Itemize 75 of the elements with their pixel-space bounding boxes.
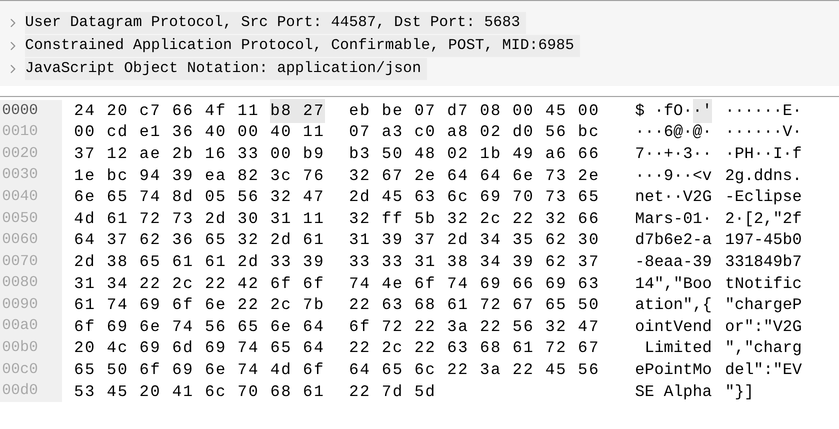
ascii-text: ···9··<v [635,166,712,187]
ascii-text: 7··+·3·· [635,144,712,165]
hex-bytes: 37 12 ae 2b 16 33 00 b9 [74,144,325,165]
offset-label: 00a0 [0,316,62,338]
tree-item[interactable]: Constrained Application Protocol, Confirmable, POST, MID:6985 [25,34,580,56]
hex-bytes: 24 20 c7 66 4f 11 [74,100,260,122]
ascii-text: Mars-01· [635,208,712,230]
hex-bytes: 2d 45 63 6c 69 70 73 65 [349,187,600,208]
hex-bytes: b3 50 48 02 1b 49 a6 66 [349,144,600,165]
ascii-text: -8eaa-39 [635,252,712,273]
offset-label: 0050 [0,208,62,230]
offset-label: 00b0 [0,338,62,360]
ascii-text: tNotific [725,274,802,295]
hex-bytes: 22 63 68 61 72 67 65 50 [349,295,600,316]
hex-bytes: 64 65 6c 22 3a 22 45 56 [349,360,600,381]
offset-label: 0030 [0,164,62,186]
offset-label: 0010 [0,122,62,144]
ascii-text: ePointMo [635,360,712,381]
ascii-text: ·PH··I·f [725,144,802,165]
hex-bytes: b8 27 [270,98,325,123]
hex-bytes: 1e bc 94 39 ea 82 3c 76 [74,166,325,187]
hex-bytes: 2d 38 65 61 61 2d 33 39 [74,252,325,273]
ascii-text: "chargeP [725,295,802,316]
offset-label: 00d0 [0,380,62,402]
ascii-text: 14","Boo [635,274,712,295]
hex-bytes: 31 34 22 2c 22 42 6f 6f [74,274,325,295]
ascii-text: ······V· [725,122,802,144]
ascii-text: ointVend [635,316,712,338]
ascii-text: ······E· [725,100,802,122]
ascii-text: or":"V2G [725,316,802,338]
ascii-text: ·' [692,98,712,123]
hex-bytes: 6e 65 74 8d 05 56 32 47 [74,187,325,208]
hex-bytes: 00 cd e1 36 40 00 40 11 [74,122,325,144]
hex-bytes: 31 39 37 2d 34 35 62 30 [349,230,600,252]
ascii-text: ation",{ [635,295,712,316]
hex-bytes: 4d 61 72 73 2d 30 31 11 [74,208,325,230]
hex-bytes: 33 33 31 38 34 39 62 37 [349,252,600,273]
hex-bytes: 22 2c 22 63 68 61 72 67 [349,338,600,360]
hex-bytes: 61 74 69 6f 6e 22 2c 7b [74,295,325,316]
ascii-text: ···6@·@· [635,122,712,144]
offset-label: 0070 [0,251,62,273]
offset-label: 0060 [0,230,62,252]
offset-label: 0080 [0,272,62,294]
ascii-text: Limited [644,338,712,360]
ascii-text: SE Alpha [635,382,712,403]
ascii-text: -Eclipse [725,187,802,208]
offset-label: 0020 [0,143,62,165]
hex-bytes: 74 4e 6f 74 69 66 69 63 [349,274,600,295]
hex-bytes: 6f 69 6e 74 56 65 6e 64 [74,316,325,338]
hex-bytes: 20 4c 69 6d 69 74 65 64 [74,338,325,360]
ascii-text: d7b6e2-a [635,230,712,252]
offset-label: 00c0 [0,359,62,381]
ascii-text: 2g.ddns. [725,166,802,187]
hex-bytes: 32 67 2e 64 64 6e 73 2e [349,166,600,187]
hex-bytes: 32 ff 5b 32 2c 22 32 66 [349,208,600,230]
offset-label: 0090 [0,294,62,316]
ascii-text: 331849b7 [725,252,802,273]
hex-bytes: 07 a3 c0 a8 02 d0 56 bc [349,122,600,144]
tree-item[interactable]: JavaScript Object Notation: application/json [25,58,428,80]
offset-label: 0000 [0,100,62,122]
ascii-text: "}] [725,382,754,403]
ascii-text: ","charg [725,338,802,360]
ascii-text: net··V2G [635,187,712,208]
tree-item[interactable]: User Datagram Protocol, Src Port: 44587, Dst Port: 5683 [25,12,526,34]
ascii-text: 197-45b0 [725,230,802,252]
hex-bytes: 64 37 62 36 65 32 2d 61 [74,230,325,252]
hex-bytes: 65 50 6f 69 6e 74 4d 6f [74,360,325,381]
ascii-text: del":"EV [725,360,802,381]
ascii-text: 2·[2,"2f [725,208,802,230]
hex-bytes: eb be 07 d7 08 00 45 00 [349,100,600,122]
ascii-text: $ ·fO· [635,100,693,122]
offset-label: 0040 [0,186,62,208]
hex-bytes: 6f 72 22 3a 22 56 32 47 [349,316,600,338]
hex-bytes: 22 7d 5d [349,382,436,403]
hex-bytes: 53 45 20 41 6c 70 68 61 [74,382,325,403]
